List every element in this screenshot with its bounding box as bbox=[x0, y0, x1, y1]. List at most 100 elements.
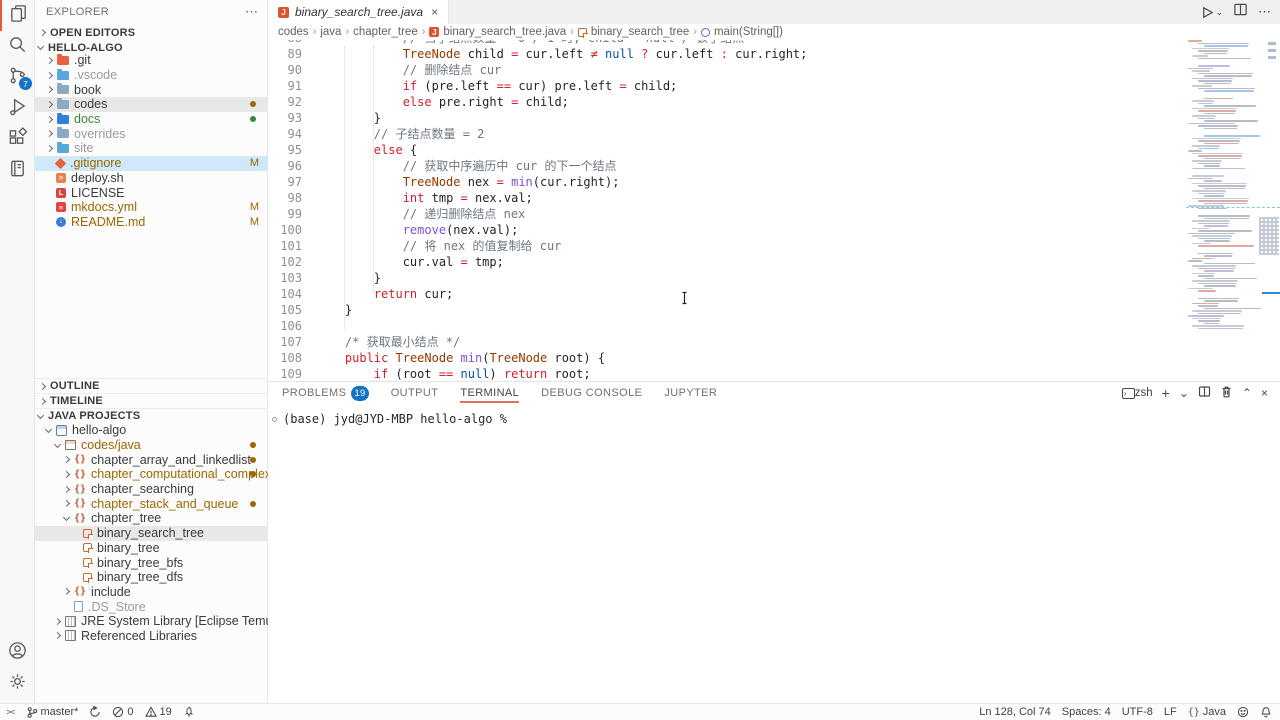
java-tree-item[interactable]: {}chapter_searching bbox=[35, 482, 268, 497]
file-row--vscode[interactable]: .vscode bbox=[35, 68, 268, 83]
file-row--git[interactable]: .git bbox=[35, 53, 268, 68]
terminal-shell-selector[interactable]: ›zsh bbox=[1122, 387, 1153, 399]
close-icon[interactable]: × bbox=[429, 5, 440, 19]
close-icon[interactable]: × bbox=[1261, 386, 1268, 400]
code-line[interactable]: 91 if (pre.left == cur) pre.left = child… bbox=[268, 78, 807, 94]
section-outline[interactable]: OUTLINE bbox=[35, 378, 268, 393]
code-editor[interactable]: 88 // 当子结点数量 = 0 / 1 时, child = null / 该… bbox=[268, 40, 1280, 381]
breadcrumb-item[interactable]: codes bbox=[278, 26, 309, 38]
status-errors[interactable]: 0 bbox=[112, 706, 133, 718]
code-line[interactable]: 92 else pre.right = child; bbox=[268, 94, 807, 110]
panel-tab-debug-console[interactable]: DEBUG CONSOLE bbox=[541, 382, 642, 404]
activity-item-account[interactable] bbox=[0, 637, 35, 668]
java-tree-item[interactable]: .DS_Store bbox=[35, 599, 268, 614]
terminal[interactable]: (base) jyd@JYD-MBP hello-algo % bbox=[272, 412, 507, 426]
file-row-book[interactable]: book bbox=[35, 82, 268, 97]
code-line[interactable]: 89 TreeNode child = cur.left ≠ null ? cu… bbox=[268, 46, 807, 62]
section-open-editors[interactable]: OPEN EDITORS bbox=[35, 25, 267, 40]
section-java-projects[interactable]: JAVA PROJECTS bbox=[35, 408, 268, 423]
code-line[interactable]: 98 int tmp = nex.val; bbox=[268, 190, 807, 206]
code-line[interactable]: 99 // 递归删除结点 nex bbox=[268, 206, 807, 222]
code-line[interactable]: 108 public TreeNode min(TreeNode root) { bbox=[268, 350, 807, 366]
code-line[interactable]: 107 /* 获取最小结点 */ bbox=[268, 334, 807, 350]
status-feedback[interactable] bbox=[1237, 706, 1249, 718]
file-row-overrides[interactable]: overrides bbox=[35, 126, 268, 141]
status-lf[interactable]: LF bbox=[1164, 706, 1177, 718]
file-row-docs[interactable]: docs bbox=[35, 112, 268, 127]
status-bell[interactable] bbox=[1260, 706, 1272, 718]
java-tree-item[interactable]: JRE System Library [Eclipse Temurin 17 [… bbox=[35, 614, 268, 629]
breadcrumb-item[interactable]: java bbox=[320, 26, 341, 38]
java-tree-item[interactable]: {}include bbox=[35, 585, 268, 600]
java-tree-item[interactable]: codes/java bbox=[35, 438, 268, 453]
activity-item-settings[interactable] bbox=[0, 668, 35, 699]
code-line[interactable]: 109 if (root == null) return root; bbox=[268, 366, 807, 381]
more-actions-icon[interactable]: ⋯ bbox=[245, 4, 259, 20]
java-tree-item[interactable]: binary_search_tree bbox=[35, 526, 268, 541]
code-line[interactable]: 93 } bbox=[268, 110, 807, 126]
file-row-readme-md[interactable]: ↓README.mdM bbox=[35, 215, 268, 230]
panel-tab-output[interactable]: OUTPUT bbox=[391, 382, 439, 404]
file-row-codes[interactable]: codes bbox=[35, 97, 268, 112]
file-row-deploy-sh[interactable]: >deploy.sh bbox=[35, 171, 268, 186]
status-git-branch[interactable]: master* bbox=[26, 706, 79, 718]
code-line[interactable]: 100 remove(nex.val); bbox=[268, 222, 807, 238]
plus-icon[interactable]: + bbox=[1162, 385, 1170, 401]
file-row-site[interactable]: site bbox=[35, 141, 268, 156]
status-remote-window[interactable]: >< bbox=[6, 707, 15, 717]
status-rocket[interactable] bbox=[183, 706, 195, 718]
minimap[interactable] bbox=[1186, 40, 1266, 381]
panel-tab-terminal[interactable]: TERMINAL bbox=[460, 382, 519, 404]
code-line[interactable]: 104 return cur; bbox=[268, 286, 807, 302]
file-row-mkdocs-yml[interactable]: ≡mkdocs.ymlM bbox=[35, 200, 268, 215]
code-line[interactable]: 105 } bbox=[268, 302, 807, 318]
status-utf-8[interactable]: UTF-8 bbox=[1122, 706, 1153, 718]
panel-tab-jupyter[interactable]: JUPYTER bbox=[664, 382, 717, 404]
java-tree-item[interactable]: {}chapter_tree bbox=[35, 511, 268, 526]
status-spaces-4[interactable]: Spaces: 4 bbox=[1062, 706, 1111, 718]
breadcrumb-item[interactable]: main(String[]) bbox=[701, 26, 783, 38]
java-tree-item[interactable]: {}chapter_computational_complexity bbox=[35, 467, 268, 482]
java-tree-item[interactable]: hello-algo bbox=[35, 423, 268, 438]
panel-tab-problems[interactable]: PROBLEMS19 bbox=[282, 382, 369, 404]
chevron-down-icon[interactable]: ⌄ bbox=[1179, 386, 1189, 400]
status-sync[interactable] bbox=[89, 706, 101, 718]
split-icon[interactable] bbox=[1198, 385, 1211, 401]
code-line[interactable]: 106 bbox=[268, 318, 807, 334]
code-line[interactable]: 95 else { bbox=[268, 142, 807, 158]
code-line[interactable]: 103 } bbox=[268, 270, 807, 286]
code-line[interactable]: 101 // 将 nex 的值复制给 cur bbox=[268, 238, 807, 254]
java-tree-item[interactable]: {}chapter_stack_and_queue bbox=[35, 496, 268, 511]
code-line[interactable]: 94 // 子结点数量 = 2 bbox=[268, 126, 807, 142]
java-tree-item[interactable]: Referenced Libraries bbox=[35, 629, 268, 644]
java-tree-item[interactable]: binary_tree_dfs bbox=[35, 570, 268, 585]
run-button[interactable]: ⌄ bbox=[1200, 5, 1223, 20]
status-ln-128-col-74[interactable]: Ln 128, Col 74 bbox=[979, 706, 1051, 718]
file-row-license[interactable]: LLICENSE bbox=[35, 185, 268, 200]
activity-item-explorer[interactable] bbox=[0, 0, 35, 31]
breadcrumb-item[interactable]: chapter_tree bbox=[353, 26, 418, 38]
java-tree-item[interactable]: binary_tree bbox=[35, 541, 268, 556]
status-warnings[interactable]: 19 bbox=[145, 706, 172, 718]
file-row--gitignore[interactable]: .gitignoreM bbox=[35, 156, 268, 171]
code-line[interactable]: 102 cur.val = tmp; bbox=[268, 254, 807, 270]
activity-item-notebook[interactable] bbox=[0, 155, 35, 186]
split-editor-icon[interactable] bbox=[1233, 2, 1248, 22]
activity-item-extensions[interactable] bbox=[0, 124, 35, 155]
code-line[interactable]: 97 TreeNode nex = min(cur.right); bbox=[268, 174, 807, 190]
breadcrumb-item[interactable]: binary_search_tree bbox=[578, 26, 689, 38]
breadcrumb-item[interactable]: Jbinary_search_tree.java bbox=[429, 26, 566, 38]
more-actions-icon[interactable]: ⋯ bbox=[1258, 4, 1272, 20]
status-braces[interactable]: {}Java bbox=[1188, 706, 1226, 718]
activity-item-source-control[interactable]: 7 bbox=[0, 62, 35, 93]
code-line[interactable]: 96 // 获取中序遍历中 cur 的下一个结点 bbox=[268, 158, 807, 174]
java-tree-item[interactable]: {}chapter_array_and_linkedlist bbox=[35, 452, 268, 467]
section-timeline[interactable]: TIMELINE bbox=[35, 393, 268, 408]
tab-binary-search-tree[interactable]: J binary_search_tree.java × bbox=[268, 0, 449, 24]
java-tree-item[interactable]: binary_tree_bfs bbox=[35, 555, 268, 570]
code-line[interactable]: 90 // 删除结点 cur bbox=[268, 62, 807, 78]
activity-item-run-and-debug[interactable] bbox=[0, 93, 35, 124]
trash-icon[interactable] bbox=[1220, 385, 1233, 401]
activity-item-search[interactable] bbox=[0, 31, 35, 62]
chevron-up-icon[interactable]: ⌃ bbox=[1242, 386, 1252, 400]
